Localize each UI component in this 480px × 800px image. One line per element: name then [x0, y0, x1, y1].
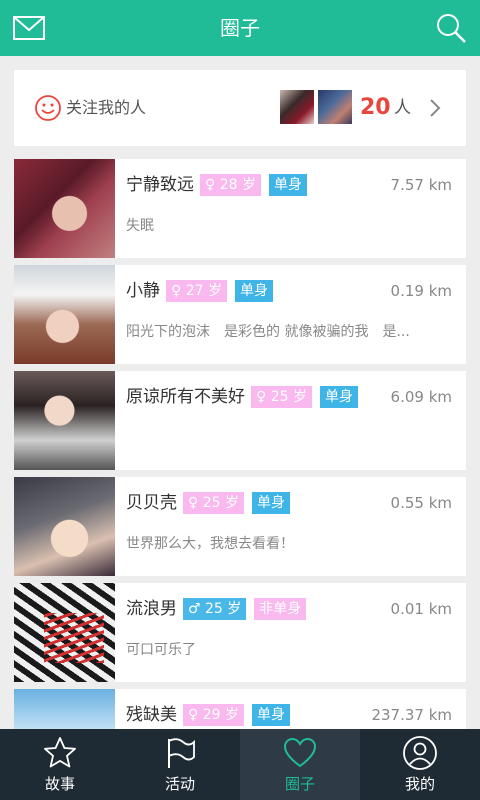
signature: 世界那么大，我想去看看！ — [126, 536, 294, 552]
follower-avatar — [280, 90, 314, 124]
tab-mine[interactable]: 我的 — [360, 729, 480, 800]
tab-activity[interactable]: 活动 — [120, 729, 240, 800]
signature: 阳光下的泡沫 是彩色的 就像被骗的我 是... — [126, 324, 410, 340]
profile-icon — [403, 736, 437, 770]
follower-avatar — [318, 90, 352, 124]
age-badge: ♀ 27 岁 — [166, 280, 227, 302]
age-badge: ♀ 28 岁 — [200, 174, 261, 196]
flag-icon — [168, 738, 195, 768]
star-icon — [44, 737, 76, 768]
avatar — [14, 265, 115, 364]
distance: 237.37 km — [371, 706, 452, 724]
followers-label: 关注我的人 — [66, 98, 147, 117]
list-item[interactable]: 原谅所有不美好 ♀ 25 岁单身 6.09 km — [14, 371, 466, 470]
tab-label: 我的 — [404, 775, 435, 793]
distance: 0.55 km — [390, 494, 452, 512]
followers-count: 20 — [360, 95, 391, 120]
tab-story[interactable]: 故事 — [0, 729, 120, 800]
tab-circle[interactable]: 圈子 — [240, 729, 360, 800]
status-badge: 单身 — [251, 492, 290, 514]
status-badge: 非单身 — [254, 598, 307, 620]
distance: 0.01 km — [390, 600, 452, 618]
top-bar: 圈子 — [0, 0, 480, 56]
person-name: 残缺美 — [126, 705, 177, 725]
smile-icon — [35, 95, 61, 121]
tab-label: 活动 — [164, 775, 195, 793]
tab-bar: 故事 活动 圈子 我的 — [0, 729, 480, 800]
list-item[interactable]: 贝贝壳 ♀ 25 岁单身 0.55 km 世界那么大，我想去看看！ — [14, 477, 466, 576]
tab-label: 圈子 — [284, 775, 315, 793]
age-badge: ♀ 25 岁 — [183, 492, 244, 514]
status-badge: 单身 — [319, 386, 358, 408]
list-item[interactable]: 宁静致远 ♀ 28 岁单身 7.57 km 失眠 — [14, 159, 466, 258]
tab-label: 故事 — [44, 775, 75, 793]
person-name: 流浪男 — [126, 599, 177, 619]
avatar — [14, 583, 115, 682]
avatar — [14, 371, 115, 470]
signature: 可口可乐了 — [126, 642, 196, 658]
followers-card[interactable]: 关注我的人 20 人 — [14, 70, 466, 146]
age-badge: ♀ 29 岁 — [183, 704, 244, 726]
search-icon[interactable] — [434, 10, 468, 46]
heart-icon — [283, 737, 317, 768]
age-badge: ♀ 25 岁 — [251, 386, 312, 408]
distance: 7.57 km — [390, 176, 452, 194]
person-name: 小静 — [126, 281, 160, 301]
age-badge: ♂ 25 岁 — [183, 598, 247, 620]
chevron-right-icon — [430, 99, 441, 117]
page-title: 圈子 — [220, 16, 260, 40]
signature: 失眠 — [126, 218, 154, 234]
list-item[interactable]: 小静 ♀ 27 岁单身 0.19 km 阳光下的泡沫 是彩色的 就像被骗的我 是.… — [14, 265, 466, 364]
distance: 6.09 km — [390, 388, 452, 406]
avatar — [14, 477, 115, 576]
status-badge: 单身 — [234, 280, 273, 302]
distance: 0.19 km — [390, 282, 452, 300]
followers-unit: 人 — [394, 98, 411, 118]
status-badge: 单身 — [268, 174, 307, 196]
person-name: 原谅所有不美好 — [126, 387, 245, 407]
person-name: 贝贝壳 — [126, 493, 177, 513]
person-name: 宁静致远 — [126, 175, 194, 195]
avatar — [14, 159, 115, 258]
status-badge: 单身 — [251, 704, 290, 726]
list-item[interactable]: 流浪男 ♂ 25 岁非单身 0.01 km 可口可乐了 — [14, 583, 466, 682]
